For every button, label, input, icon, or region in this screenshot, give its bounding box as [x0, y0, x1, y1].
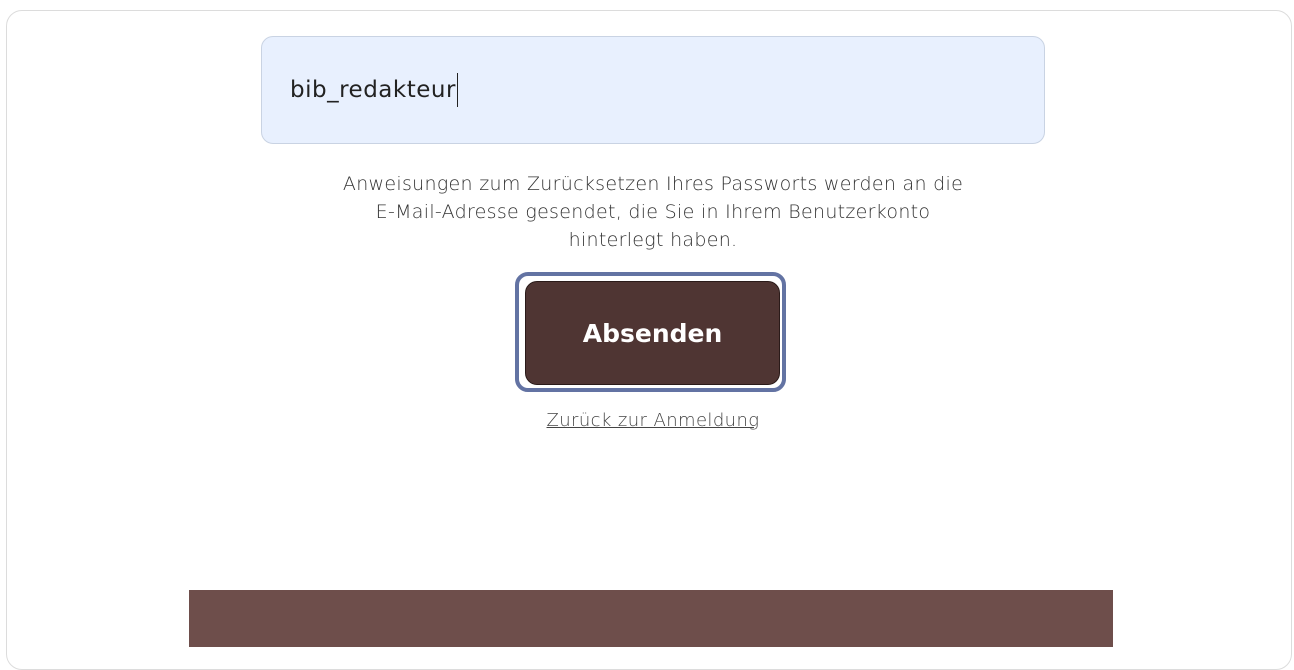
- back-to-login-link[interactable]: Zurück zur Anmeldung: [400, 410, 906, 431]
- footer-bar: [189, 590, 1113, 647]
- reset-instructions-text: Anweisungen zum Zurücksetzen Ihres Passw…: [240, 170, 1066, 254]
- username-input[interactable]: bib_redakteur: [261, 36, 1045, 144]
- username-value: bib_redakteur: [290, 77, 456, 103]
- text-caret: [456, 73, 459, 107]
- reset-instructions-line-1: Anweisungen zum Zurücksetzen Ihres Passw…: [342, 173, 964, 195]
- reset-instructions-line-3: hinterlegt haben.: [568, 229, 738, 251]
- reset-instructions-line-2: E-Mail-Adresse gesendet, die Sie in Ihre…: [375, 201, 931, 223]
- submit-button[interactable]: Absenden: [525, 281, 780, 385]
